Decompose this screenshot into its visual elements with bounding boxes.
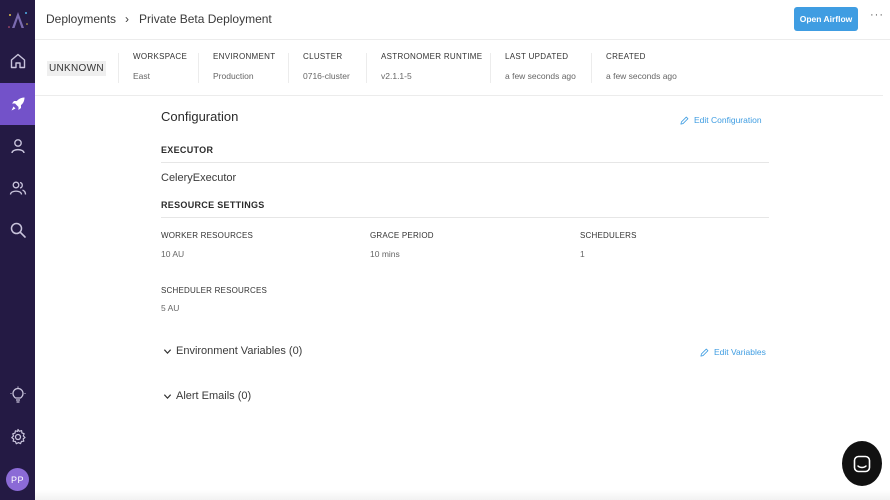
runtime-value: v2.1.1-5 <box>381 71 412 81</box>
gear-icon <box>10 428 26 445</box>
deployment-info-bar: UNKNOWN WORKSPACE East ENVIRONMENT Produ… <box>35 40 883 96</box>
breadcrumb-deployments[interactable]: Deployments <box>46 12 116 26</box>
schedulers-label: SCHEDULERS <box>580 231 637 240</box>
nav-ideas[interactable] <box>0 374 35 416</box>
workspace-label: WORKSPACE <box>133 52 188 61</box>
edit-configuration-link[interactable]: Edit Configuration <box>680 115 762 125</box>
chat-launcher-button[interactable] <box>842 441 882 486</box>
alert-emails-toggle[interactable]: Alert Emails (0) <box>161 390 251 402</box>
environment-variables-toggle[interactable]: Environment Variables (0) <box>161 345 302 357</box>
schedulers-value: 1 <box>580 249 585 259</box>
edit-variables-link[interactable]: Edit Variables <box>700 347 766 357</box>
worker-resources-label: WORKER RESOURCES <box>161 231 254 240</box>
nav-settings[interactable] <box>0 416 35 458</box>
alert-emails-title: Alert Emails (0) <box>176 390 252 402</box>
pencil-icon <box>680 116 689 125</box>
divider <box>161 217 769 218</box>
chevron-down-icon <box>163 348 172 354</box>
bottom-edge <box>35 490 890 500</box>
nav-user[interactable] <box>0 125 35 167</box>
top-bar: Deployments › Private Beta Deployment Op… <box>35 0 890 40</box>
breadcrumb: Deployments › Private Beta Deployment <box>46 12 272 26</box>
runtime-label: ASTRONOMER RUNTIME <box>381 52 483 61</box>
open-airflow-button[interactable]: Open Airflow <box>794 7 858 31</box>
configuration-title: Configuration <box>161 109 239 124</box>
edit-configuration-label: Edit Configuration <box>694 115 762 125</box>
info-cluster: CLUSTER 0716-cluster <box>288 52 350 83</box>
home-icon <box>10 53 25 69</box>
chevron-right-icon: › <box>125 12 130 26</box>
status-badge: UNKNOWN <box>47 61 106 76</box>
avatar[interactable]: PP <box>6 468 29 491</box>
resource-settings-heading: RESOURCE SETTINGS <box>161 200 265 210</box>
workspace-value: East <box>133 71 151 81</box>
worker-resources-value: 10 AU <box>161 249 185 259</box>
more-options-icon[interactable]: ··· <box>870 9 884 21</box>
info-runtime: ASTRONOMER RUNTIME v2.1.1-5 <box>366 52 483 83</box>
info-created: CREATED a few seconds ago <box>591 52 677 83</box>
nav-deployments[interactable] <box>0 83 35 125</box>
sidebar: PP <box>0 0 35 500</box>
created-value: a few seconds ago <box>606 71 677 81</box>
divider <box>161 162 769 163</box>
cluster-label: CLUSTER <box>303 52 343 61</box>
rocket-icon <box>11 97 24 111</box>
environment-variables-title: Environment Variables (0) <box>176 345 303 357</box>
last-updated-value: a few seconds ago <box>505 71 576 81</box>
chevron-down-icon <box>163 393 172 399</box>
astronomer-logo[interactable] <box>0 0 35 40</box>
nav-search[interactable] <box>0 209 35 251</box>
info-environment: ENVIRONMENT Production <box>198 52 276 83</box>
created-label: CREATED <box>606 52 646 61</box>
scheduler-resources-label: SCHEDULER RESOURCES <box>161 286 268 295</box>
environment-value: Production <box>213 71 254 81</box>
info-last-updated: LAST UPDATED a few seconds ago <box>490 52 576 83</box>
pencil-icon <box>700 348 709 357</box>
nav-users[interactable] <box>0 167 35 209</box>
grace-period-value: 10 mins <box>370 249 400 259</box>
info-workspace: WORKSPACE East <box>118 52 188 83</box>
environment-label: ENVIRONMENT <box>213 52 276 61</box>
grace-period-label: GRACE PERIOD <box>370 231 434 240</box>
breadcrumb-current: Private Beta Deployment <box>139 12 272 26</box>
users-icon <box>9 181 26 195</box>
executor-value: CeleryExecutor <box>161 172 237 184</box>
edit-variables-label: Edit Variables <box>714 347 766 357</box>
user-icon <box>10 139 25 154</box>
astronomer-logo-icon <box>7 12 28 28</box>
executor-heading: EXECUTOR <box>161 145 214 155</box>
lightbulb-icon <box>10 386 25 403</box>
cluster-value: 0716-cluster <box>303 71 350 81</box>
last-updated-label: LAST UPDATED <box>505 52 569 61</box>
chat-icon <box>853 455 871 472</box>
search-icon <box>10 222 26 238</box>
scheduler-resources-value: 5 AU <box>161 303 180 313</box>
nav-home[interactable] <box>0 40 35 82</box>
